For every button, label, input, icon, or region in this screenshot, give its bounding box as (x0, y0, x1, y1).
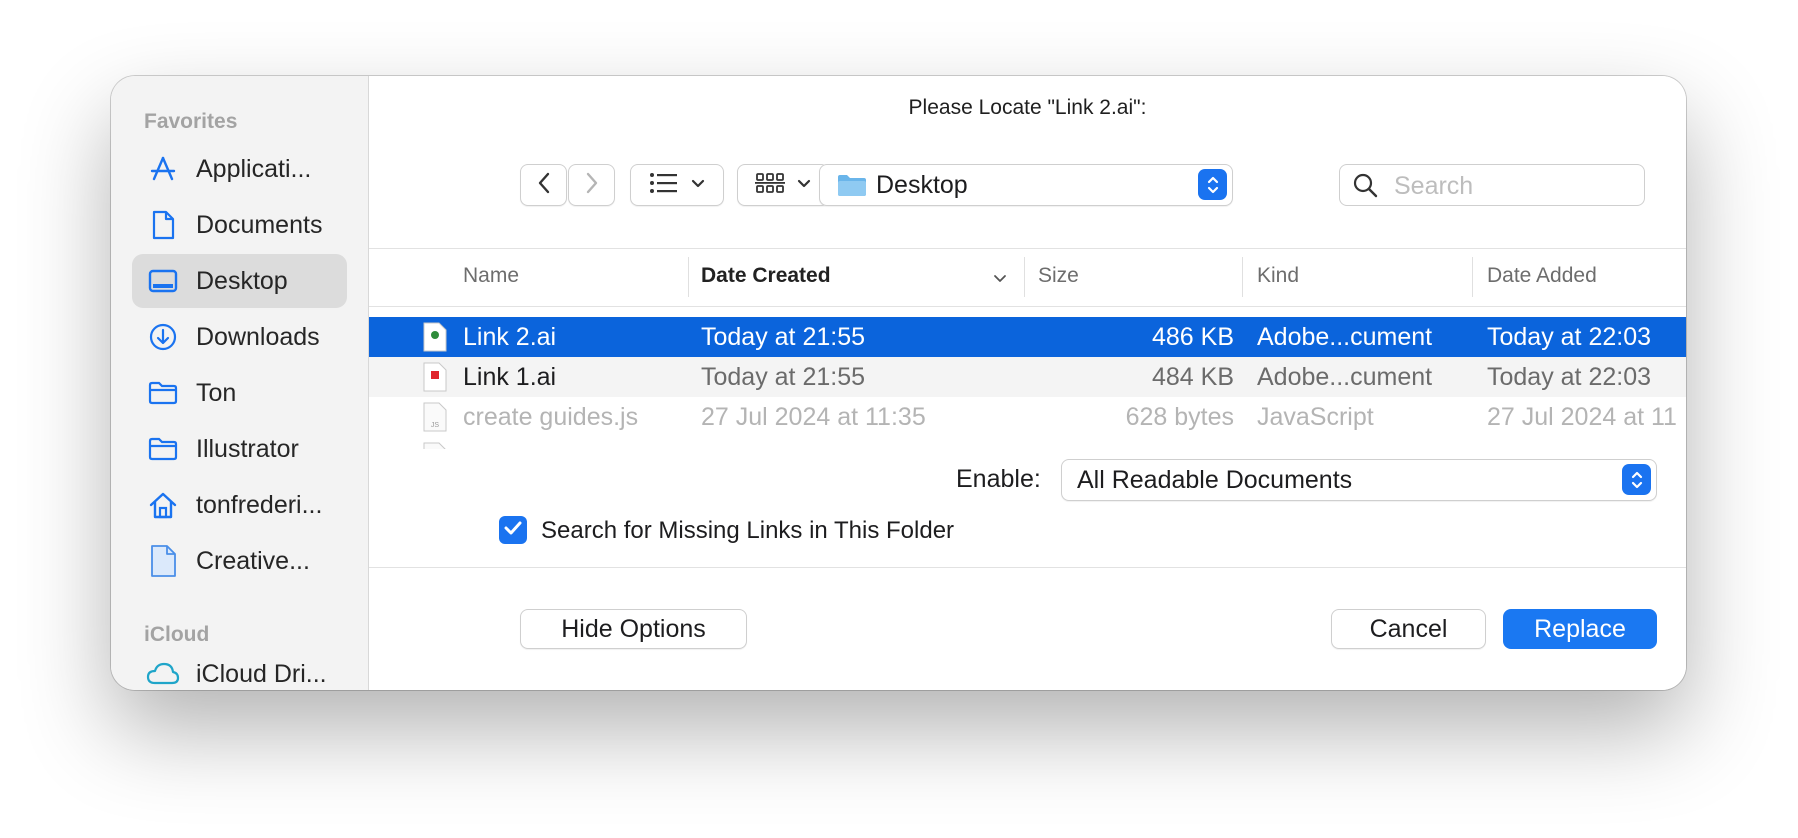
sidebar-item-label: Desktop (196, 266, 288, 295)
cancel-button[interactable]: Cancel (1331, 609, 1486, 649)
file-date-added: Today at 22:03 (1487, 323, 1652, 351)
sidebar-item-ton[interactable]: Ton (132, 366, 347, 420)
document-icon (145, 543, 181, 579)
downloads-icon (145, 319, 181, 355)
column-header-date-added[interactable]: Date Added (1487, 264, 1597, 288)
up-down-arrows-icon (1622, 464, 1651, 495)
column-divider (1024, 257, 1025, 297)
column-header-size[interactable]: Size (1038, 264, 1079, 288)
search-icon (1352, 172, 1378, 203)
dialog-title: Please Locate "Link 2.ai": (908, 96, 1147, 119)
replace-button[interactable]: Replace (1503, 609, 1657, 649)
file-kind: JavaScript (1257, 403, 1374, 431)
enable-value: All Readable Documents (1077, 466, 1353, 494)
search-field[interactable] (1339, 164, 1645, 206)
chevron-down-icon (691, 176, 705, 194)
sidebar-item-documents[interactable]: Documents (132, 198, 347, 252)
chevron-left-icon (537, 171, 551, 200)
sidebar-item-label: Illustrator (196, 434, 299, 463)
divider (369, 567, 1686, 568)
file-name: Link 1.ai (463, 363, 557, 391)
location-label: Desktop (876, 171, 968, 199)
search-missing-links-checkbox[interactable] (499, 516, 527, 544)
hide-options-button[interactable]: Hide Options (520, 609, 747, 649)
javascript-file-icon: JS (422, 402, 448, 437)
file-row-create-guides: JS create guides.js 27 Jul 2024 at 11:35… (369, 397, 1686, 437)
chevron-down-icon (797, 176, 811, 194)
column-header-date-created[interactable]: Date Created (701, 264, 831, 288)
sidebar-item-applications[interactable]: Applicati... (132, 142, 347, 196)
column-header-name[interactable]: Name (463, 264, 519, 288)
column-divider (1242, 257, 1243, 297)
grid-view-icon (755, 171, 785, 200)
up-down-arrows-icon (1198, 169, 1227, 200)
file-date-added: Today at 22:03 (1487, 363, 1652, 391)
sort-descending-icon (993, 271, 1007, 289)
desktop-icon (145, 263, 181, 299)
chevron-right-icon (585, 171, 599, 200)
sidebar-item-label: Ton (196, 378, 237, 407)
sidebar-item-illustrator[interactable]: Illustrator (132, 422, 347, 476)
file-row-link-1[interactable]: Link 1.ai Today at 21:55 484 KB Adobe...… (369, 357, 1686, 397)
sidebar-section-favorites: Favorites (144, 110, 238, 133)
file-name: Link 2.ai (463, 323, 557, 351)
back-button[interactable] (520, 164, 567, 206)
locate-file-dialog: Favorites Applicati... Documents Desktop… (111, 76, 1686, 690)
sidebar-item-creative[interactable]: Creative... (132, 534, 347, 588)
file-date-created: Today at 21:55 (701, 323, 866, 351)
file-date-added: 27 Jul 2024 at 11 (1487, 403, 1677, 431)
column-header-kind[interactable]: Kind (1257, 264, 1299, 288)
file-icon-label: JS (431, 422, 440, 429)
file-date-created: 27 Jul 2024 at 11:35 (701, 403, 926, 431)
document-icon (145, 207, 181, 243)
column-divider (1472, 257, 1473, 297)
search-input[interactable] (1392, 169, 1636, 203)
applications-icon (145, 151, 181, 187)
enable-label: Enable: (956, 465, 1041, 493)
list-view-icon (649, 172, 679, 199)
sidebar-item-downloads[interactable]: Downloads (132, 310, 347, 364)
sidebar-item-label: Applicati... (196, 154, 312, 183)
file-name: create guides.js (463, 403, 639, 431)
sidebar-item-icloud-drive[interactable]: iCloud Dri... (132, 647, 347, 690)
sidebar-item-home[interactable]: tonfrederi... (132, 478, 347, 532)
illustrator-file-icon (422, 362, 448, 397)
sidebar-item-label: Downloads (196, 322, 320, 351)
group-view-button[interactable] (737, 164, 829, 206)
search-missing-links-label[interactable]: Search for Missing Links in This Folder (541, 517, 954, 545)
folder-icon (145, 431, 181, 467)
column-divider (688, 257, 689, 297)
home-icon (145, 487, 181, 523)
forward-button[interactable] (568, 164, 615, 206)
file-date-created: Today at 21:55 (701, 363, 866, 391)
list-view-button[interactable] (630, 164, 724, 206)
sidebar-item-desktop[interactable]: Desktop (132, 254, 347, 308)
folder-icon (837, 173, 867, 202)
checkmark-icon (504, 520, 522, 541)
list-header: Name Date Created Size Kind Date Added (369, 249, 1686, 307)
sidebar-item-label: Documents (196, 210, 323, 239)
folder-icon (145, 375, 181, 411)
file-kind: Adobe...cument (1257, 363, 1433, 391)
file-size: 486 KB (1151, 323, 1234, 351)
location-popup[interactable]: Desktop (819, 164, 1233, 206)
file-size: 628 bytes (1125, 403, 1234, 431)
file-row-link-2[interactable]: Link 2.ai Today at 21:55 486 KB Adobe...… (369, 317, 1686, 357)
main-panel: Please Locate "Link 2.ai": Desktop Searc… (369, 76, 1686, 690)
enable-popup[interactable]: All Readable Documents (1061, 459, 1657, 501)
sidebar: Favorites Applicati... Documents Desktop… (111, 76, 369, 690)
cloud-icon (145, 656, 181, 690)
sidebar-section-icloud: iCloud (144, 623, 210, 646)
sidebar-item-label: tonfrederi... (196, 490, 323, 519)
sidebar-item-label: Creative... (196, 546, 310, 575)
sidebar-item-label: iCloud Dri... (196, 659, 327, 688)
file-kind: Adobe...cument (1257, 323, 1433, 351)
file-size: 484 KB (1151, 363, 1234, 391)
illustrator-file-icon (422, 322, 448, 357)
